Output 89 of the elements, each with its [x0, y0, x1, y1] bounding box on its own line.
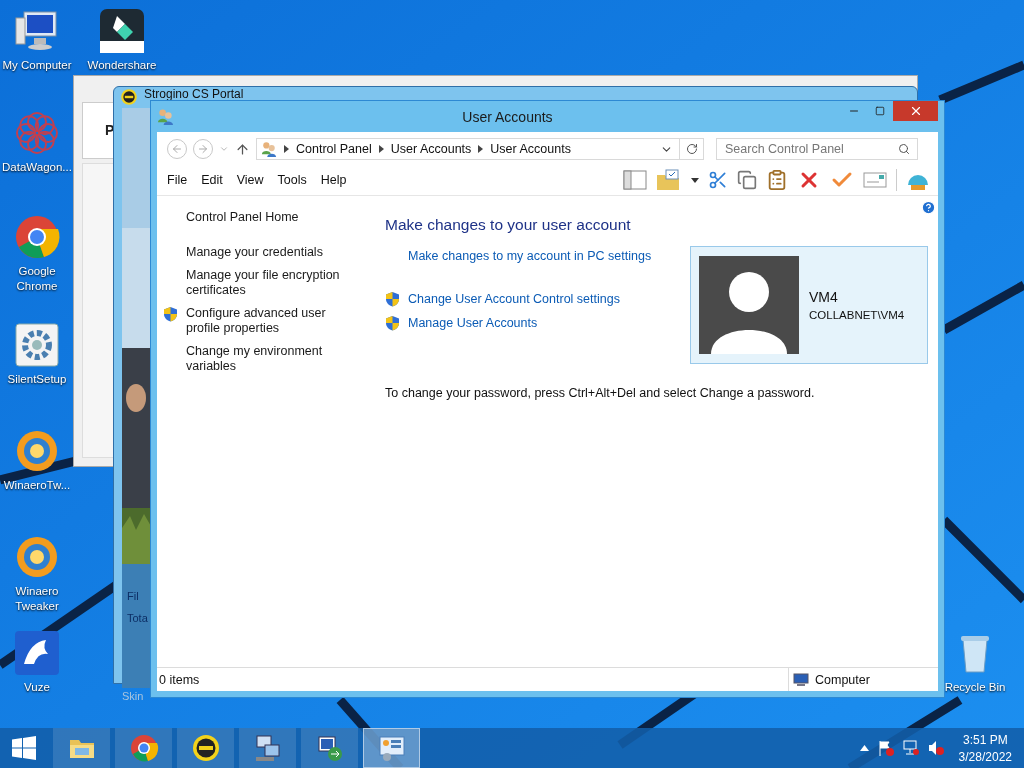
arrow-right-icon	[197, 143, 209, 155]
frog-icon	[14, 630, 60, 676]
window-title: User Accounts	[461, 108, 554, 125]
sidebar-link[interactable]: Control Panel Home	[186, 210, 299, 225]
app-icon	[14, 428, 60, 474]
chevron-icon	[378, 145, 384, 153]
shield-icon	[385, 315, 400, 331]
users-icon	[261, 141, 277, 157]
arrow-left-icon	[171, 143, 183, 155]
speaker-icon[interactable]	[927, 740, 944, 756]
browser-icon	[14, 214, 60, 260]
refresh-icon	[685, 143, 698, 155]
shield-icon	[385, 291, 400, 307]
menu-item[interactable]: Edit	[201, 170, 231, 190]
icon-label[interactable]: Winaero Tweaker	[1, 584, 73, 614]
task-link[interactable]: Manage User Accounts	[408, 316, 538, 330]
footer-text: Skin	[122, 690, 145, 702]
help-button[interactable]	[921, 200, 936, 215]
icon-label[interactable]: SilentSetup	[7, 372, 67, 387]
badge-icon	[120, 88, 138, 106]
sidebar-link[interactable]: Manage your file encryption certificates	[186, 268, 351, 298]
windows-icon	[12, 736, 36, 760]
scissors-icon	[708, 170, 728, 190]
caret-icon[interactable]	[859, 745, 869, 751]
layout-button[interactable]	[623, 170, 647, 190]
sidebar-link[interactable]: Manage your credentials	[186, 245, 323, 260]
section-heading: Make changes to your user account	[385, 216, 632, 234]
up-button[interactable]	[235, 141, 250, 157]
user-name: VM4	[809, 289, 839, 305]
folder-options-button[interactable]	[656, 169, 682, 191]
app-icon	[99, 8, 145, 54]
taskbar-button[interactable]	[301, 728, 358, 768]
search-field[interactable]: Search Control Panel	[716, 138, 918, 160]
shield-icon	[163, 306, 178, 322]
properties-button[interactable]	[863, 172, 887, 188]
dropdown-button[interactable]	[691, 177, 699, 183]
menu-item[interactable]: Tools	[277, 170, 315, 190]
gear-icon	[14, 322, 60, 368]
caret-icon	[219, 144, 229, 154]
taskbar-button[interactable]	[177, 728, 234, 768]
icon-label[interactable]: DataWagon...	[2, 160, 72, 175]
window-title: Strogino CS Portal	[144, 88, 244, 101]
layout-icon	[623, 170, 647, 190]
icon-label[interactable]: Vuze	[24, 680, 50, 695]
breadcrumb-item[interactable]: User Accounts	[390, 142, 472, 156]
paste-button[interactable]	[766, 169, 788, 191]
card-icon	[863, 172, 887, 188]
taskbar-button[interactable]	[239, 728, 296, 768]
flower-icon	[14, 110, 60, 156]
address-bar[interactable]: Control Panel User Accounts User Accounts	[256, 138, 680, 160]
breadcrumb-item[interactable]: User Accounts	[490, 142, 571, 156]
copy-button[interactable]	[737, 170, 757, 190]
flag-icon[interactable]	[877, 740, 894, 756]
clock[interactable]: 3:51 PM 3/28/2022	[952, 732, 1012, 764]
chevron-icon	[478, 145, 484, 153]
account-name: COLLABNET\VM4	[809, 309, 905, 321]
badge-icon	[190, 733, 221, 763]
sidebar-link[interactable]: Change my environment variables	[186, 344, 351, 374]
icon-label[interactable]: Google Chrome	[1, 264, 73, 294]
avatar-icon	[699, 256, 799, 354]
copy-icon	[737, 170, 757, 190]
icon-label[interactable]: WinaeroTw...	[3, 478, 71, 493]
control-panel-icon	[376, 733, 407, 763]
folder-icon	[656, 169, 682, 191]
cut-button[interactable]	[708, 170, 728, 190]
network-icon[interactable]	[902, 740, 919, 756]
maximize-icon	[875, 106, 885, 116]
panel-label: Tota	[127, 612, 149, 624]
chevron-icon	[284, 145, 289, 153]
breadcrumb-item[interactable]: Control Panel	[296, 142, 372, 156]
menu-item[interactable]: File	[167, 170, 196, 190]
computer-icon	[793, 672, 809, 687]
task-link[interactable]: Change User Account Control settings	[408, 292, 620, 306]
panel-label: Fil	[127, 590, 140, 602]
task-link[interactable]: Make changes to my account in PC settings	[408, 249, 652, 263]
menu-item[interactable]: Help	[320, 170, 355, 190]
icon-label[interactable]: Wondershare	[87, 58, 157, 73]
sidebar-link[interactable]: Configure advanced user profile properties	[186, 306, 351, 336]
password-note: To change your password, press Ctrl+Alt+Del and select Change a password.	[385, 386, 816, 400]
zone-label: Computer	[815, 672, 870, 687]
clipboard-icon	[766, 169, 788, 191]
refresh-button[interactable]	[680, 138, 704, 160]
browser-icon	[128, 733, 159, 763]
app-icon	[14, 534, 60, 580]
users-icon	[157, 108, 174, 125]
item-count: 0 items	[159, 672, 200, 687]
icon-label[interactable]: My Computer	[2, 58, 72, 73]
menu-item[interactable]: View	[236, 170, 272, 190]
caret-icon	[691, 177, 699, 183]
